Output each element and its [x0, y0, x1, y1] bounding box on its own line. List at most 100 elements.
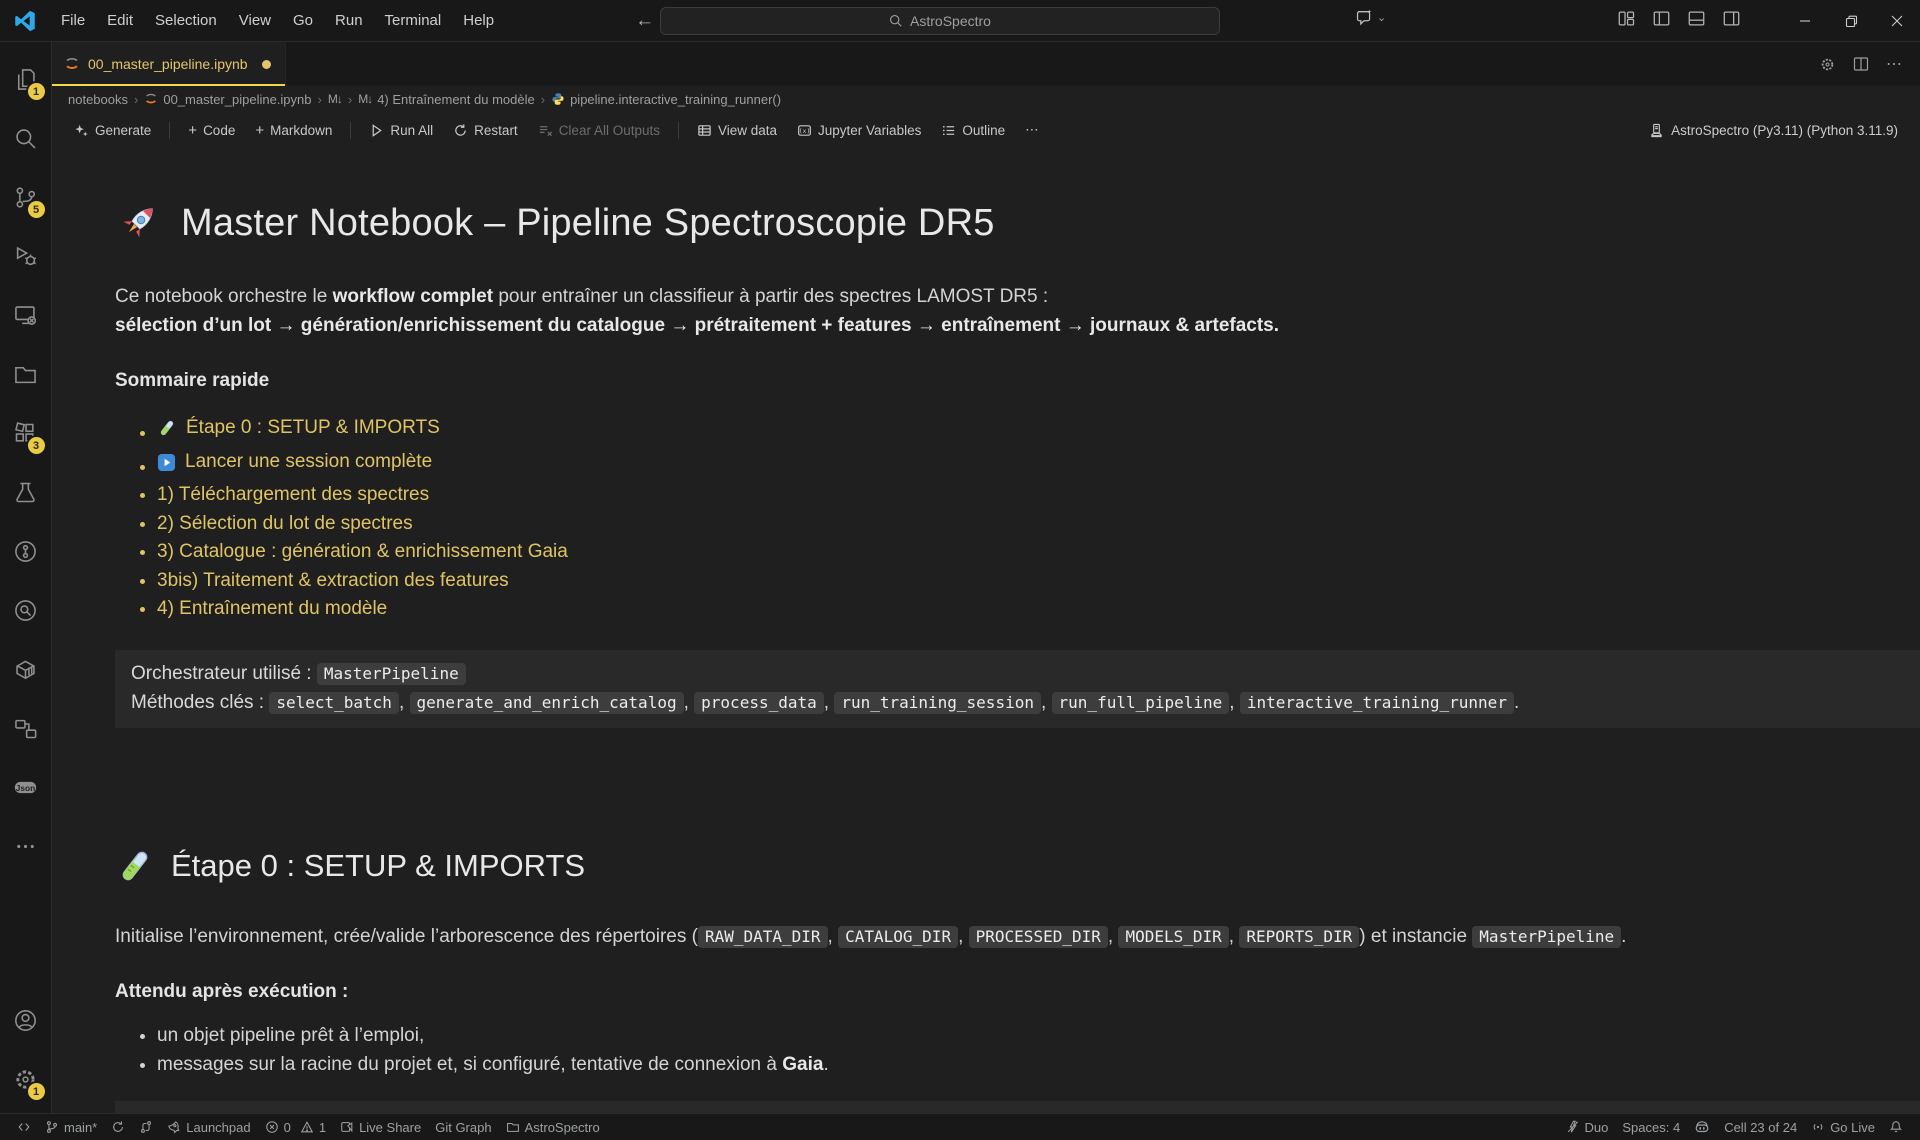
git-branch-status[interactable]: main* — [38, 1114, 104, 1140]
sidebar-item-source-control[interactable]: 5 — [2, 168, 50, 227]
sidebar-item-run-debug[interactable] — [2, 227, 50, 286]
sidebar-item-testing[interactable] — [2, 463, 50, 522]
sidebar-item-gitlens-inspect[interactable] — [2, 581, 50, 640]
git-graph-status[interactable]: Git Graph — [428, 1114, 498, 1140]
search-text: AstroSpectro — [910, 13, 991, 29]
menu-terminal[interactable]: Terminal — [374, 7, 453, 35]
menu-view[interactable]: View — [228, 7, 282, 35]
active-tab-underline — [52, 84, 285, 86]
sidebar-item-more[interactable] — [2, 817, 50, 876]
copilot-status-icon[interactable] — [1687, 1114, 1717, 1140]
settings-badge: 1 — [28, 1083, 45, 1100]
menu-selection[interactable]: Selection — [144, 7, 228, 35]
toc-item-etape0[interactable]: Étape 0 : SETUP & IMPORTS — [157, 414, 1870, 448]
toc-item-1[interactable]: 1) Téléchargement des spectres — [157, 481, 1870, 510]
sidebar-item-remote-explorer[interactable] — [2, 286, 50, 345]
breadcrumb-section[interactable]: M↓ 4) Entraînement du modèle — [358, 92, 535, 107]
breadcrumb-separator: › — [134, 92, 138, 107]
chevron-down-icon: ⌄ — [1377, 11, 1386, 24]
breadcrumb-root[interactable]: notebooks — [68, 92, 128, 107]
settings-gear-icon[interactable]: 1 — [2, 1050, 50, 1109]
outline-button[interactable]: Outline — [933, 119, 1013, 142]
menu-help[interactable]: Help — [452, 7, 505, 35]
copilot-chat-icon — [1355, 8, 1374, 27]
sommaire-heading: Sommaire rapide — [115, 370, 1870, 392]
sidebar-item-container[interactable] — [2, 640, 50, 699]
breadcrumb-method[interactable]: pipeline.interactive_training_runner() — [551, 92, 781, 107]
notebook-settings-gear-icon[interactable] — [1819, 56, 1836, 73]
sidebar-item-search[interactable] — [2, 109, 50, 168]
list-item: messages sur la racine du projet et, si … — [157, 1050, 1870, 1079]
accounts-icon[interactable] — [2, 991, 50, 1050]
toc-item-session[interactable]: Lancer une session complète — [157, 448, 1870, 481]
toggle-panel-icon[interactable] — [1688, 10, 1705, 27]
json-pill-label: Json — [16, 783, 35, 793]
sidebar-item-git-graph[interactable] — [2, 522, 50, 581]
generate-button[interactable]: Generate — [66, 119, 159, 142]
close-window-button[interactable] — [1874, 0, 1920, 42]
toc-item-3bis[interactable]: 3bis) Traitement & extraction des featur… — [157, 567, 1870, 596]
menu-edit[interactable]: Edit — [96, 7, 144, 35]
sidebar-item-extensions[interactable]: 3 — [2, 404, 50, 463]
table-of-contents: Étape 0 : SETUP & IMPORTS Lancer une ses… — [157, 414, 1870, 624]
duo-status[interactable]: Duo — [1559, 1114, 1616, 1140]
toolbar-more-button[interactable]: ⋯ — [1017, 118, 1047, 142]
remote-indicator[interactable] — [10, 1114, 38, 1140]
source-control-badge: 5 — [28, 201, 45, 218]
menu-run[interactable]: Run — [324, 7, 374, 35]
vscode-window: File Edit Selection View Go Run Terminal… — [0, 0, 1920, 1140]
add-code-cell-button[interactable]: +Code — [180, 119, 243, 142]
split-editor-icon[interactable] — [1853, 56, 1869, 72]
problems-status[interactable]: 0 1 — [258, 1114, 333, 1140]
sidebar-item-folder[interactable] — [2, 345, 50, 404]
project-status[interactable]: AstroSpectro — [499, 1114, 607, 1140]
orchestrator-quote-block: Orchestrateur utilisé : MasterPipeline M… — [115, 650, 1920, 728]
kernel-picker[interactable]: AstroSpectro (Py3.11) (Python 3.11.9) — [1649, 123, 1898, 138]
live-share-status[interactable]: Live Share — [333, 1114, 428, 1140]
toggle-primary-sidebar-icon[interactable] — [1653, 10, 1670, 27]
restart-button[interactable]: Restart — [445, 119, 526, 142]
breadcrumb-file[interactable]: 00_master_pipeline.ipynb — [144, 92, 311, 107]
status-bar: main* Launchpad 0 1 Live Share Git Graph… — [0, 1113, 1920, 1140]
minimize-button[interactable] — [1782, 0, 1828, 42]
menu-go[interactable]: Go — [282, 7, 324, 35]
activity-bar: 1 5 — [0, 42, 52, 1113]
customize-layout-icon[interactable] — [1618, 10, 1635, 27]
back-arrow-icon[interactable]: ← — [635, 10, 654, 32]
modified-dot-icon[interactable] — [262, 60, 271, 69]
toggle-secondary-sidebar-icon[interactable] — [1723, 10, 1740, 27]
info-note-block: UI interactive d’entraînement : disponib… — [115, 1101, 1920, 1114]
breadcrumb-cell-markdown-icon[interactable]: M↓ — [328, 92, 342, 106]
cell-indicator[interactable]: Cell 23 of 24 — [1717, 1114, 1804, 1140]
run-all-button[interactable]: Run All — [361, 119, 441, 142]
test-tube-emoji-icon — [115, 846, 155, 886]
editor-more-actions-icon[interactable]: ⋯ — [1886, 54, 1902, 74]
notifications-bell-icon[interactable] — [1882, 1114, 1910, 1140]
kernel-icon — [1649, 123, 1664, 138]
toc-item-3[interactable]: 3) Catalogue : génération & enrichisseme… — [157, 538, 1870, 567]
sidebar-item-explorer[interactable]: 1 — [2, 50, 50, 109]
launchpad-status[interactable]: Launchpad — [160, 1114, 257, 1140]
sync-changes-button[interactable] — [104, 1114, 132, 1140]
git-compare-status[interactable] — [132, 1114, 160, 1140]
tab-00-master-pipeline[interactable]: 00_master_pipeline.ipynb — [52, 42, 286, 86]
sidebar-item-project-graph[interactable] — [2, 699, 50, 758]
toc-item-2[interactable]: 2) Sélection du lot de spectres — [157, 510, 1870, 539]
copilot-menu[interactable]: ⌄ — [1355, 8, 1386, 27]
jupyter-variables-button[interactable]: (x) Jupyter Variables — [789, 119, 929, 142]
menu-file[interactable]: File — [50, 7, 96, 35]
toolbar-divider — [678, 122, 679, 139]
add-markdown-cell-button[interactable]: +Markdown — [247, 119, 340, 142]
notebook-title: Master Notebook – Pipeline Spectroscopie… — [115, 200, 1870, 246]
extensions-badge: 3 — [28, 437, 45, 454]
sidebar-item-json[interactable]: Json — [2, 758, 50, 817]
notebook-toolbar: Generate +Code +Markdown Run All Restart — [52, 112, 1920, 148]
clear-all-outputs-button[interactable]: Clear All Outputs — [530, 119, 668, 142]
view-data-button[interactable]: View data — [689, 119, 785, 142]
spaces-indicator[interactable]: Spaces: 4 — [1615, 1114, 1687, 1140]
restore-button[interactable] — [1828, 0, 1874, 42]
go-live-button[interactable]: Go Live — [1804, 1114, 1882, 1140]
command-center-search[interactable]: AstroSpectro — [660, 7, 1220, 35]
toc-item-4[interactable]: 4) Entraînement du modèle — [157, 595, 1870, 624]
toolbar-divider — [169, 122, 170, 139]
